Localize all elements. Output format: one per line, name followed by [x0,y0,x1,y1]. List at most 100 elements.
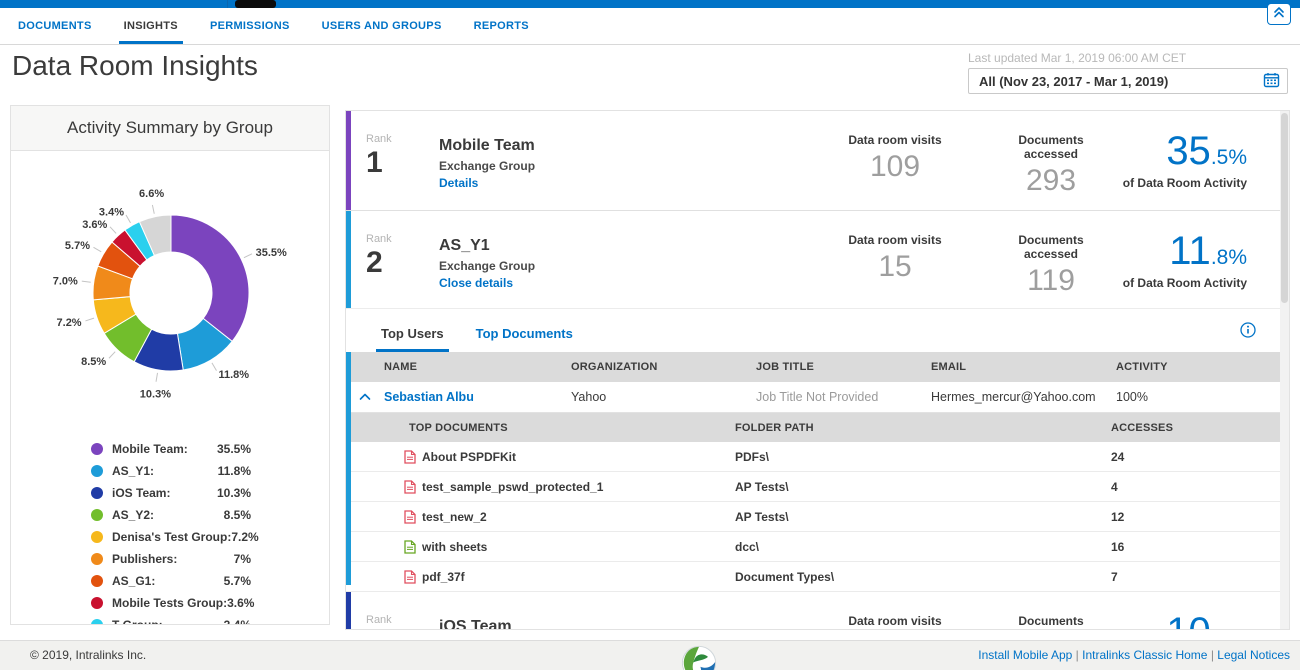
tab-top-documents[interactable]: Top Documents [471,326,578,352]
close-details-link[interactable]: Close details [439,276,535,290]
ranks-scrollbar[interactable] [1280,111,1289,629]
legend-swatch-icon [91,509,103,521]
legend-label: AS_Y1: [112,464,154,478]
ranks-scrollbar-thumb[interactable] [1281,113,1288,303]
document-folder-path: AP Tests\ [735,480,1111,494]
rank-accent-bar [346,111,351,210]
document-accesses: 4 [1111,480,1289,494]
document-name: About PSPDFKit [422,450,516,464]
activity-percentage-caption: of Data Room Activity [1067,176,1247,190]
legend-value: 5.7% [224,574,251,588]
col-folder-path: FOLDER PATH [735,422,1111,434]
col-job-title: JOB TITLE [756,361,931,373]
visits-value: 15 [840,250,950,284]
legend-label: T Group: [112,618,163,625]
activity-percentage: 11.8% [1067,231,1247,271]
svg-text:10.3%: 10.3% [140,389,171,401]
legend-item: Publishers: 7% [91,548,251,570]
legend-swatch-icon [91,531,103,543]
svg-text:8.5%: 8.5% [81,356,106,368]
legend-item: T Group: 3.4% [91,614,251,625]
details-tabs: Top Users Top Documents [346,309,1289,352]
document-folder-path: Document Types\ [735,570,1111,584]
footer-link[interactable]: Legal Notices [1211,648,1290,662]
col-name: NAME [384,361,571,373]
svg-text:3.4%: 3.4% [99,207,124,219]
visits-label: Data room visits [840,133,950,147]
nav-tab[interactable]: PERMISSIONS [205,8,295,44]
page-title: Data Room Insights [12,50,258,82]
user-email: Hermes_mercur@Yahoo.com [931,390,1116,404]
document-accesses: 24 [1111,450,1289,464]
rank-2-details: Top Users Top Documents NAME ORGANIZATIO… [346,309,1289,592]
details-link[interactable]: Details [439,176,535,190]
user-name-link[interactable]: Sebastian Albu [384,390,571,404]
legend-label: AS_G1: [112,574,155,588]
legend-value: 35.5% [217,442,251,456]
top-bar [0,0,1300,8]
group-name: AS_Y1 [439,237,535,255]
collapse-panel-button[interactable] [1267,3,1291,25]
nav-tab[interactable]: INSIGHTS [119,8,183,44]
document-row: with sheets dcc\ 16 [346,532,1289,562]
col-accesses: ACCESSES [1111,422,1289,434]
legend-label: Publishers: [112,552,177,566]
rank-label: Rank [366,233,392,245]
info-icon[interactable] [1240,322,1256,338]
col-activity: ACTIVITY [1116,361,1289,373]
legend-label: AS_Y2: [112,508,154,522]
collapse-user-chevron-icon[interactable] [359,390,371,404]
document-accesses: 16 [1111,540,1289,554]
document-name: test_sample_pswd_protected_1 [422,480,603,494]
group-name: Mobile Team [439,137,535,155]
user-organization: Yahoo [571,390,756,404]
rank-card-2: Rank 2 AS_Y1 Exchange Group Close detail… [346,211,1289,309]
legend-swatch-icon [91,465,103,477]
calendar-icon [1263,72,1280,91]
intralinks-logo-icon [680,644,718,670]
footer-link[interactable]: Intralinks Classic Home [1076,648,1208,662]
activity-percentage: 10.3% [1067,612,1247,630]
visits-label: Data room visits [840,614,950,628]
document-row: test_new_2 AP Tests\ 12 [346,502,1289,532]
activity-donut-chart: 35.5%11.8%10.3%8.5%7.2%7.0%5.7%3.6%3.4%6… [11,151,329,439]
svg-text:35.5%: 35.5% [256,247,287,259]
visits-label: Data room visits [840,233,950,247]
col-organization: ORGANIZATION [571,361,756,373]
user-row: Sebastian Albu Yahoo Job Title Not Provi… [346,382,1289,413]
rank-accent-bar [346,211,351,308]
rank-accent-bar [346,592,351,630]
double-chevron-up-icon [1272,5,1286,24]
footer-link[interactable]: Install Mobile App [978,648,1072,662]
document-row: pdf_37f Document Types\ 7 [346,562,1289,592]
file-type-icon [404,570,416,584]
legend-label: Denisa's Test Group: [112,530,231,544]
date-range-select[interactable]: All (Nov 23, 2017 - Mar 1, 2019) [968,68,1288,94]
activity-summary-panel: Activity Summary by Group 35.5%11.8%10.3… [10,105,330,625]
nav-tab[interactable]: USERS AND GROUPS [317,8,447,44]
legend-value: 10.3% [217,486,251,500]
copyright-text: © 2019, Intralinks Inc. [30,641,146,670]
rank-card-1: Rank 1 Mobile Team Exchange Group Detail… [346,111,1289,211]
topbar-notch [235,0,276,8]
document-name: with sheets [422,540,487,554]
group-type: Exchange Group [439,159,535,173]
legend-item: AS_G1: 5.7% [91,570,251,592]
nav-tab[interactable]: DOCUMENTS [13,8,97,44]
nav-tab[interactable]: REPORTS [469,8,534,44]
group-name: iOS Team [439,618,512,630]
legend-swatch-icon [91,575,103,587]
legend-swatch-icon [91,553,103,565]
rank-card-3: Rank iOS Team Data room visits Documents… [346,592,1289,630]
legend-label: Mobile Team: [112,442,188,456]
document-folder-path: AP Tests\ [735,510,1111,524]
svg-text:3.6%: 3.6% [82,219,107,231]
legend-value: 7.2% [231,530,258,544]
rank-number: 2 [366,245,392,281]
col-top-documents: TOP DOCUMENTS [404,422,735,434]
tab-top-users[interactable]: Top Users [376,326,449,352]
screen: DOCUMENTS INSIGHTS PERMISSIONS USERS AND… [0,0,1300,670]
legend-value: 3.4% [224,618,251,625]
svg-text:7.0%: 7.0% [53,276,78,288]
topbar-divider [227,0,228,8]
